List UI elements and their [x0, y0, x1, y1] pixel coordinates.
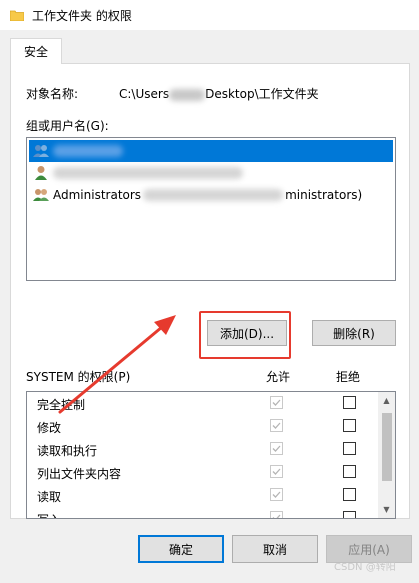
user-row[interactable] — [29, 162, 393, 184]
user-row[interactable]: Administrators ministrators) — [29, 184, 393, 206]
highlight-box — [199, 311, 291, 359]
redacted-username — [169, 88, 206, 101]
remove-button-label: 删除(R) — [333, 326, 375, 341]
permission-row: 修改 — [27, 415, 379, 438]
allow-checkbox — [270, 442, 283, 455]
cancel-button-label: 取消 — [262, 542, 287, 557]
scroll-down-icon[interactable]: ▼ — [378, 501, 395, 518]
ok-button-label: 确定 — [168, 542, 193, 557]
permission-name: 完全控制 — [37, 398, 86, 412]
dialog-body: 安全 对象名称: C:\Users Desktop\工作文件夹 组或用户名(G): — [0, 30, 419, 583]
user-row[interactable] — [29, 140, 393, 162]
permissions-title: SYSTEM 的权限(P) — [26, 370, 131, 384]
deny-checkbox[interactable] — [343, 511, 356, 518]
object-path: C:\Users Desktop\工作文件夹 — [119, 85, 319, 102]
user-icon — [35, 166, 47, 180]
deny-checkbox[interactable] — [343, 465, 356, 478]
remove-button[interactable]: 删除(R) — [312, 320, 396, 346]
permissions-scrollbar[interactable]: ▲ ▼ — [378, 392, 395, 518]
redacted-user-name — [53, 145, 123, 157]
folder-icon — [10, 10, 24, 21]
permission-name: 读取 — [37, 490, 62, 504]
permission-row: 读取和执行 — [27, 438, 379, 461]
deny-checkbox[interactable] — [343, 442, 356, 455]
redacted-user-name — [53, 167, 243, 179]
group-users-icon — [33, 145, 49, 157]
permission-name: 读取和执行 — [37, 444, 98, 458]
permission-row: 完全控制 — [27, 392, 379, 415]
apply-button-label: 应用(A) — [348, 542, 390, 557]
tab-security[interactable]: 安全 — [10, 38, 62, 64]
security-panel: 对象名称: C:\Users Desktop\工作文件夹 组或用户名(G): A… — [10, 63, 410, 519]
permission-name: 列出文件夹内容 — [37, 467, 122, 481]
scroll-thumb[interactable] — [382, 413, 392, 481]
user-name-prefix: Administrators — [53, 188, 142, 202]
redacted-user-name — [143, 189, 284, 201]
group-users-icon — [33, 189, 49, 201]
permission-name: 修改 — [37, 421, 62, 435]
allow-checkbox — [270, 511, 283, 518]
permission-row: 列出文件夹内容 — [27, 461, 379, 484]
users-list-label: 组或用户名(G): — [26, 119, 109, 133]
object-name-label: 对象名称: — [26, 87, 79, 101]
allow-header: 允许 — [266, 370, 291, 384]
permission-name: 写入 — [37, 511, 61, 518]
tab-strip: 安全 — [0, 38, 419, 64]
permissions-list[interactable]: 完全控制 修改 读取和执行 列出文件夹内容 读取 ▲ ▼ — [26, 391, 396, 519]
ok-button[interactable]: 确定 — [138, 535, 224, 563]
users-list[interactable]: Administrators ministrators) — [26, 137, 396, 281]
deny-checkbox[interactable] — [343, 396, 356, 409]
tab-security-label: 安全 — [23, 45, 48, 59]
title-bar: 工作文件夹 的权限 — [0, 0, 419, 30]
watermark: CSDN @转阳 — [334, 562, 396, 573]
allow-checkbox — [270, 465, 283, 478]
object-path-suffix: Desktop\工作文件夹 — [205, 87, 319, 101]
object-path-prefix: C:\Users — [119, 87, 170, 101]
scroll-up-icon[interactable]: ▲ — [378, 392, 395, 409]
user-name-suffix: ministrators) — [285, 188, 363, 202]
permission-row: 写入 — [27, 507, 379, 518]
permission-row: 读取 — [27, 484, 379, 507]
allow-checkbox — [270, 419, 283, 432]
deny-header: 拒绝 — [336, 370, 361, 384]
cancel-button[interactable]: 取消 — [232, 535, 318, 563]
deny-checkbox[interactable] — [343, 488, 356, 501]
deny-checkbox[interactable] — [343, 419, 356, 432]
allow-checkbox — [270, 396, 283, 409]
window-title: 工作文件夹 的权限 — [32, 8, 132, 23]
allow-checkbox — [270, 488, 283, 501]
